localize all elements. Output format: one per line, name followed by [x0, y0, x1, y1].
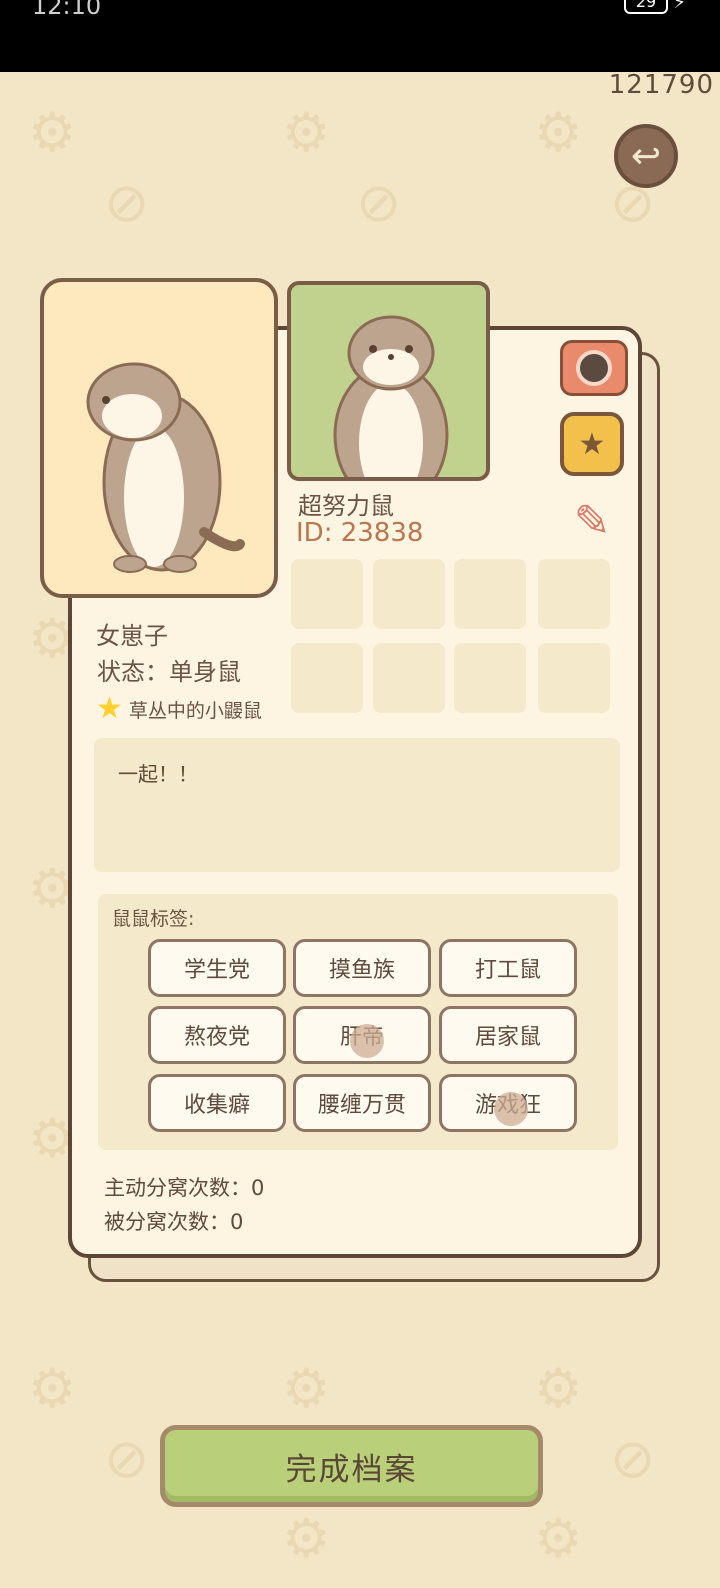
- otter-side-illustration: [86, 362, 245, 573]
- pencil-icon[interactable]: ✎: [568, 494, 616, 548]
- passive-split-count: 被分窝次数：0: [104, 1210, 244, 1234]
- tags-label: 鼠鼠标签:: [112, 908, 195, 930]
- badge-slot[interactable]: [538, 643, 610, 713]
- badge-slot[interactable]: [291, 559, 363, 629]
- finish-profile-button[interactable]: 完成档案: [160, 1425, 543, 1507]
- relationship-status: 状态：单身鼠: [97, 658, 241, 686]
- gear-icon: ⚙: [534, 101, 583, 164]
- badge-slot[interactable]: [454, 559, 526, 629]
- gear-icon: ⚙: [282, 1357, 331, 1420]
- gear-icon: ⚙: [282, 1507, 331, 1570]
- tag-button[interactable]: 学生党: [148, 939, 286, 997]
- camera-icon[interactable]: [560, 340, 628, 396]
- tag-button[interactable]: 摸鱼族: [293, 939, 431, 997]
- bio-text[interactable]: 一起！！: [94, 738, 620, 872]
- paw-selected-icon: [350, 1024, 384, 1058]
- gear-icon: ⚙: [534, 1507, 583, 1570]
- nickname: 超努力鼠: [298, 492, 394, 520]
- compass-icon: ⊘: [104, 1427, 150, 1490]
- badge-slot[interactable]: [291, 643, 363, 713]
- photo-frame-icon[interactable]: ★: [560, 412, 624, 476]
- tag-button[interactable]: 收集癖: [148, 1074, 286, 1132]
- compass-icon: ⊘: [356, 171, 402, 234]
- compass-icon: ⊘: [610, 1427, 656, 1490]
- status-time: 12:10: [32, 0, 102, 20]
- badge-slot[interactable]: [373, 643, 445, 713]
- battery-indicator: 29: [624, 0, 668, 14]
- gear-icon: ⚙: [534, 1357, 583, 1420]
- tag-button[interactable]: 腰缠万贯: [293, 1074, 431, 1132]
- badge-slot[interactable]: [538, 559, 610, 629]
- tag-button[interactable]: 居家鼠: [439, 1006, 577, 1064]
- otter-front-illustration: [333, 315, 449, 477]
- compass-icon: ⊘: [104, 171, 150, 234]
- coin-balance: 121790: [608, 70, 714, 100]
- avatar[interactable]: [287, 281, 490, 481]
- badge-slot[interactable]: [454, 643, 526, 713]
- paw-selected-icon: [494, 1092, 528, 1126]
- character-portrait: [40, 278, 278, 598]
- title-badge: ★ 草丛中的小鼹鼠: [96, 694, 262, 724]
- user-id: ID: 23838: [296, 518, 424, 548]
- tag-button[interactable]: 熬夜党: [148, 1006, 286, 1064]
- gear-icon: ⚙: [282, 101, 331, 164]
- tag-button[interactable]: 打工鼠: [439, 939, 577, 997]
- gear-icon: ⚙: [28, 101, 77, 164]
- star-icon: ★: [96, 691, 123, 726]
- back-button[interactable]: ↩: [614, 124, 678, 188]
- charging-icon: ⚡: [673, 0, 686, 13]
- back-arrow-icon: ↩: [630, 135, 662, 177]
- status-bar: 12:10 29 ⚡: [0, 0, 720, 72]
- gender-label: 女崽子: [96, 622, 168, 650]
- badge-slot[interactable]: [373, 559, 445, 629]
- active-split-count: 主动分窝次数：0: [104, 1176, 265, 1200]
- gear-icon: ⚙: [28, 1357, 77, 1420]
- title-text: 草丛中的小鼹鼠: [128, 699, 262, 722]
